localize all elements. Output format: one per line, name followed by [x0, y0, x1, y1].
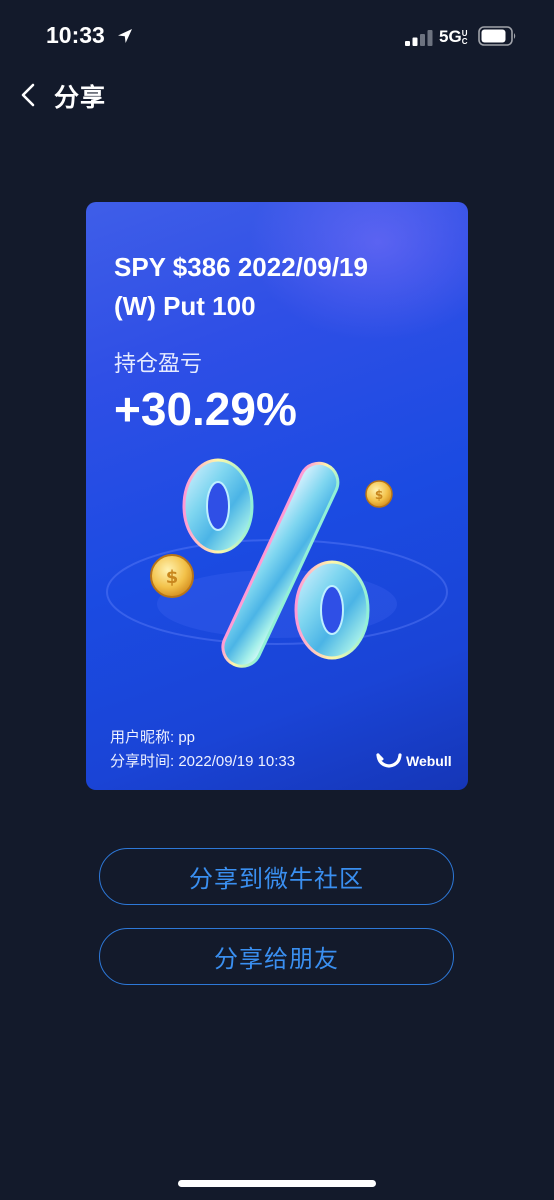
network-type-suffix: UC — [461, 29, 468, 46]
percent-illustration-icon: $ $ — [106, 458, 448, 668]
webull-brand: Webull — [376, 750, 452, 772]
network-type-label: 5GUC — [439, 27, 470, 47]
pnl-label: 持仓盈亏 — [114, 352, 203, 377]
share-screen: 10:33 5GUC 分享 SPY $386 2022/09/19 (W) Pu… — [0, 0, 554, 1200]
share-to-friends-button[interactable]: 分享给朋友 — [99, 928, 454, 985]
page-title: 分享 — [54, 83, 107, 112]
location-arrow-icon — [118, 29, 132, 43]
status-time: 10:33 — [46, 22, 105, 48]
battery-icon — [478, 26, 516, 46]
svg-text:$: $ — [375, 488, 383, 502]
card-username: 用户昵称: pp — [110, 729, 196, 746]
pnl-value: +30.29% — [114, 383, 297, 435]
card-share-time: 分享时间: 2022/09/19 10:33 — [110, 753, 296, 770]
cellular-signal-icon — [405, 30, 433, 46]
network-type: 5G — [439, 27, 462, 46]
brand-name: Webull — [406, 753, 452, 769]
webull-logo-icon — [376, 753, 402, 768]
svg-text:$: $ — [166, 567, 179, 588]
home-indicator[interactable] — [178, 1180, 376, 1187]
contract-title-line1: SPY $386 2022/09/19 — [114, 252, 368, 282]
contract-title: SPY $386 2022/09/19 (W) Put 100 — [114, 248, 454, 326]
share-to-community-button[interactable]: 分享到微牛社区 — [99, 848, 454, 905]
back-chevron-icon[interactable] — [14, 80, 44, 110]
share-card: SPY $386 2022/09/19 (W) Put 100 持仓盈亏 +30… — [86, 202, 468, 790]
contract-title-line2: (W) Put 100 — [114, 291, 256, 321]
status-bar: 10:33 5GUC — [0, 0, 554, 70]
